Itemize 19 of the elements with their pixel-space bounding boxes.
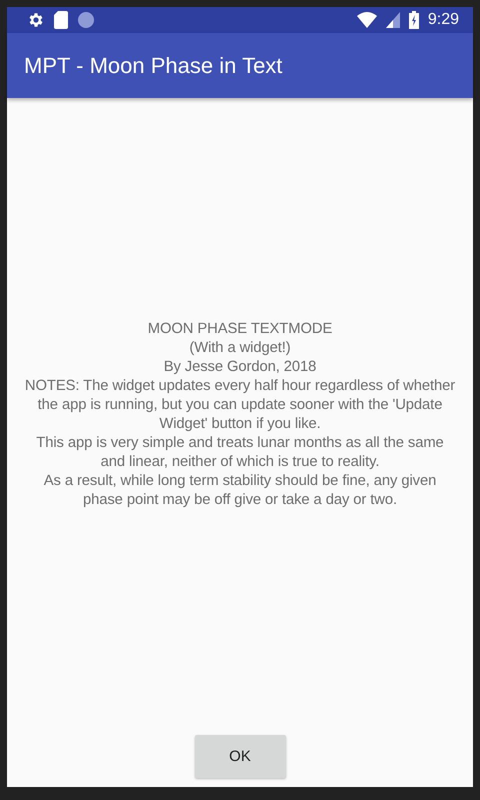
ok-button[interactable]: OK xyxy=(194,735,286,778)
gear-icon xyxy=(27,11,45,29)
body-text-line: the app is running, but you can update sooner with the 'Update xyxy=(38,396,442,415)
clock-time: 9:29 xyxy=(428,11,459,29)
body-text-line: As a result, while long term stability should be fine, any given xyxy=(44,472,436,491)
app-title: MPT - Moon Phase in Text xyxy=(24,52,282,78)
body-text-line: NOTES: The widget updates every half hour regardless of whether xyxy=(24,377,456,396)
sd-card-icon xyxy=(54,11,68,29)
circle-icon xyxy=(77,11,95,29)
body-text-line: MOON PHASE TEXTMODE xyxy=(148,320,332,339)
wifi-icon xyxy=(356,12,377,28)
body-text-line: Widget' button if you like. xyxy=(159,415,321,434)
body-text-line: By Jesse Gordon, 2018 xyxy=(164,358,316,377)
battery-icon xyxy=(408,11,419,29)
body-text-line: This app is very simple and treats lunar months as all the same xyxy=(36,434,444,453)
signal-icon xyxy=(386,12,400,28)
body-text-line: (With a widget!) xyxy=(189,339,291,358)
body-text-line: phase point may be off give or take a day or two. xyxy=(83,491,397,510)
body-text-line: and linear, neither of which is true to reality. xyxy=(100,453,380,472)
